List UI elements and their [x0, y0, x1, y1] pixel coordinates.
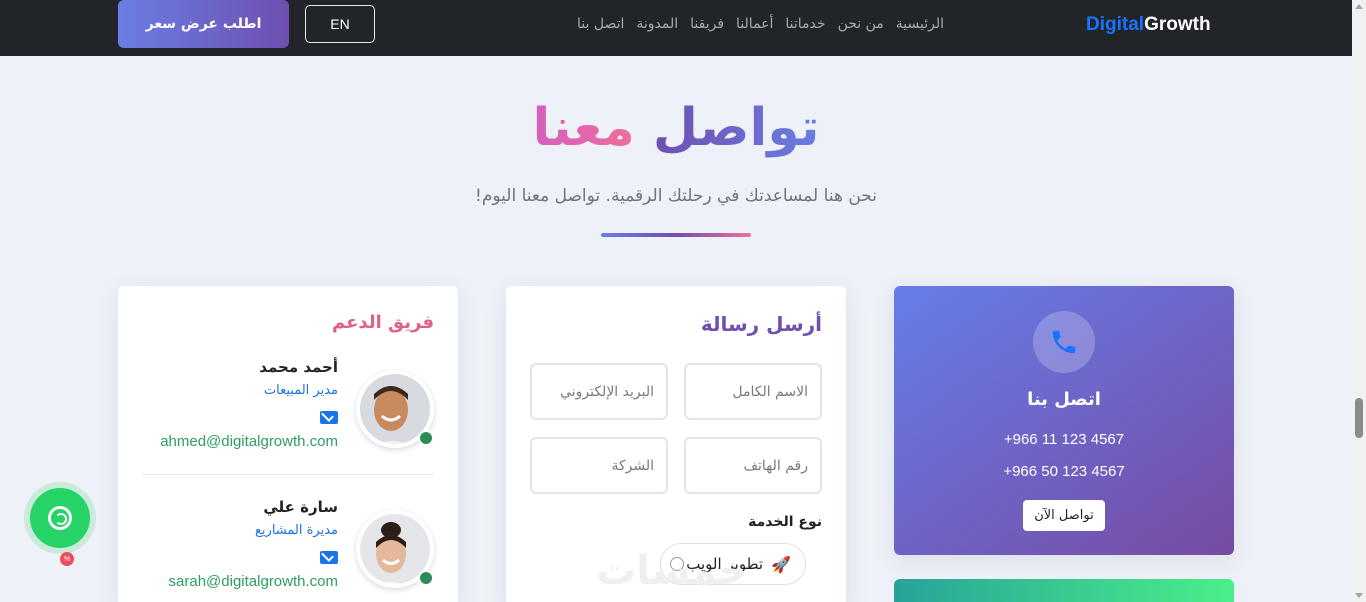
phone-number[interactable]: +966 50 123 4567: [894, 463, 1234, 480]
scroll-down-arrow-icon[interactable]: [1355, 593, 1363, 598]
scroll-up-arrow-icon[interactable]: [1355, 4, 1363, 9]
member-divider: [142, 474, 434, 475]
nav-link-contact[interactable]: اتصل بنا: [577, 16, 624, 32]
title-underline: [601, 233, 751, 237]
support-team-card: فريق الدعم أحمد محمد مدير المبيعات ahmed…: [118, 286, 458, 602]
support-team-title: فريق الدعم: [332, 312, 434, 333]
form-title: أرسل رسالة: [700, 312, 822, 336]
rocket-icon: 🚀: [771, 554, 791, 574]
chat-icon: [48, 506, 72, 530]
member-email[interactable]: sarah@digitalgrowth.com: [169, 573, 338, 590]
nav-link-services[interactable]: خدماتنا: [785, 16, 825, 32]
company-input[interactable]: الشركة: [530, 437, 668, 494]
notification-badge-icon: %: [60, 552, 74, 566]
chat-float-button[interactable]: [30, 488, 90, 548]
page-scrollbar[interactable]: [1352, 0, 1366, 602]
watermark-logo: خمسات: [596, 548, 748, 594]
call-us-title: اتصل بنا: [1027, 389, 1101, 410]
phone-number[interactable]: +966 11 123 4567: [894, 431, 1234, 448]
online-status-indicator: [418, 430, 434, 446]
nav-link-team[interactable]: فريقنا: [690, 16, 724, 32]
call-us-card: اتصل بنا +966 11 123 4567 +966 50 123 45…: [894, 286, 1234, 555]
full-name-input[interactable]: الاسم الكامل: [684, 363, 822, 420]
member-name: أحمد محمد: [259, 358, 338, 376]
member-role: مدير المبيعات: [263, 383, 338, 398]
page-subtitle: نحن هنا لمساعدتك في رحلتك الرقمية. تواصل…: [475, 186, 877, 206]
language-button[interactable]: EN: [305, 5, 375, 43]
nav-link-home[interactable]: الرئيسية: [896, 16, 944, 32]
phone-icon: [1033, 311, 1095, 373]
service-type-label: نوع الخدمة: [748, 514, 822, 530]
team-member: أحمد محمد مدير المبيعات ahmed@digitalgro…: [142, 356, 434, 474]
contact-now-button[interactable]: تواصل الآن: [1023, 500, 1105, 531]
next-info-card: [894, 579, 1234, 602]
request-quote-button[interactable]: اطلب عرض سعر: [118, 0, 289, 48]
envelope-icon: [320, 411, 338, 424]
member-name: سارة علي: [263, 498, 338, 516]
page-title: تواصل معنا: [532, 98, 820, 158]
top-navbar: DigitalGrowth الرئيسية من نحن خدماتنا أع…: [0, 0, 1352, 56]
nav-link-blog[interactable]: المدونة: [636, 16, 678, 32]
nav-link-portfolio[interactable]: أعمالنا: [736, 16, 773, 32]
team-member: سارة علي مديرة المشاريع sarah@digitalgro…: [142, 496, 434, 602]
member-email[interactable]: ahmed@digitalgrowth.com: [160, 433, 338, 450]
nav-links: الرئيسية من نحن خدماتنا أعمالنا فريقنا ا…: [577, 16, 944, 32]
site-logo[interactable]: DigitalGrowth: [1086, 14, 1211, 36]
online-status-indicator: [418, 570, 434, 586]
email-input[interactable]: البريد الإلكتروني: [530, 363, 668, 420]
member-role: مديرة المشاريع: [255, 523, 338, 538]
envelope-icon: [320, 551, 338, 564]
nav-link-about[interactable]: من نحن: [838, 16, 884, 32]
scrollbar-thumb[interactable]: [1355, 398, 1363, 438]
phone-input[interactable]: رقم الهاتف: [684, 437, 822, 494]
